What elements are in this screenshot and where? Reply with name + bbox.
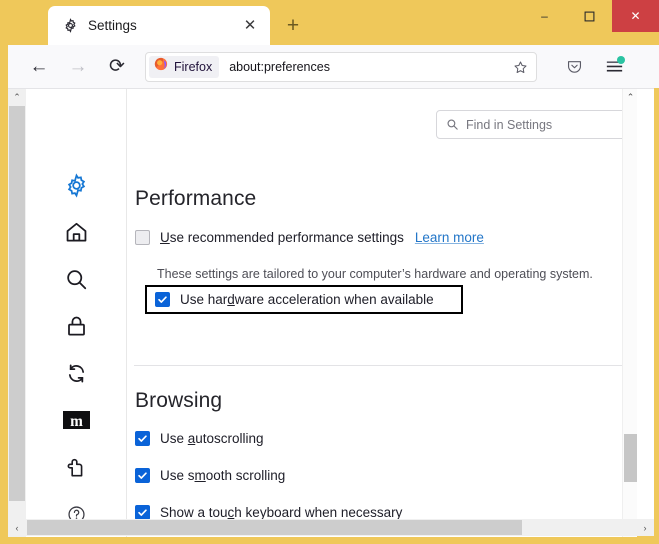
recommended-performance-checkbox[interactable]: [135, 230, 150, 245]
performance-description-row: These settings are tailored to your comp…: [135, 267, 630, 281]
autoscrolling-label: Use autoscrolling: [160, 431, 264, 446]
address-bar[interactable]: Firefox about:preferences: [145, 51, 537, 82]
autoscrolling-label-pre: Use: [160, 431, 188, 446]
settings-vertical-scrollbar[interactable]: ⌃ ⌄: [622, 89, 637, 537]
recommended-performance-accesskey: U: [160, 230, 170, 245]
identity-chip[interactable]: Firefox: [149, 55, 220, 78]
minimize-button[interactable]: –: [522, 0, 567, 32]
menu-update-badge: [617, 55, 625, 64]
search-icon: [445, 117, 459, 131]
performance-heading: Performance: [135, 187, 257, 210]
scroll-up-icon[interactable]: ⌃: [8, 89, 26, 106]
hardware-acceleration-label: Use hardware acceleration when available: [180, 292, 434, 307]
section-divider: [134, 365, 631, 366]
smooth-scrolling-checkbox[interactable]: [135, 468, 150, 483]
tab-settings[interactable]: Settings ✕: [48, 6, 270, 45]
settings-sidebar: m: [26, 89, 126, 537]
pocket-icon[interactable]: [559, 52, 589, 82]
sidebar-item-mozilla[interactable]: m: [26, 399, 126, 446]
close-window-button[interactable]: ✕: [612, 0, 659, 32]
hardware-acceleration-label-post: ware acceleration when available: [234, 292, 434, 307]
window-controls: – ✕: [522, 0, 659, 32]
identity-chip-label: Firefox: [174, 59, 213, 74]
svg-text:m: m: [70, 413, 83, 430]
gear-icon: [62, 17, 79, 34]
sidebar-item-privacy[interactable]: [26, 305, 126, 352]
search-input[interactable]: [436, 110, 626, 139]
maximize-button[interactable]: [567, 0, 612, 32]
search-icon: [64, 267, 89, 297]
sidebar-item-general[interactable]: [26, 164, 126, 211]
tab-strip: Settings ✕ + – ✕: [0, 0, 659, 45]
smooth-scrolling-row[interactable]: Use smooth scrolling: [135, 468, 630, 483]
smooth-scrolling-accesskey: m: [194, 468, 206, 483]
scroll-right-icon[interactable]: ›: [636, 519, 654, 536]
find-in-settings[interactable]: [436, 110, 626, 139]
reload-icon[interactable]: ⟳: [100, 50, 134, 84]
url-text: about:preferences: [229, 59, 330, 74]
recommended-performance-label: Use recommended performance settings: [160, 230, 404, 245]
hscroll-thumb[interactable]: [27, 520, 522, 535]
browsing-section: Browsing: [135, 389, 630, 413]
gear-icon: [64, 172, 89, 203]
autoscrolling-row[interactable]: Use autoscrolling: [135, 431, 630, 446]
hardware-acceleration-label-pre: Use har: [180, 292, 228, 307]
bookmark-star-icon[interactable]: [508, 56, 532, 80]
smooth-scrolling-label: Use smooth scrolling: [160, 468, 285, 483]
tab-title: Settings: [88, 18, 137, 33]
browser-window: Settings ✕ + – ✕ ← → ⟳ Firefox about:pre…: [0, 0, 659, 544]
hardware-acceleration-highlight[interactable]: Use hardware acceleration when available: [145, 285, 463, 314]
content-area: ⌃ ⌄: [8, 88, 654, 537]
navigation-toolbar: ← → ⟳ Firefox about:preferences: [8, 45, 659, 88]
learn-more-link[interactable]: Learn more: [415, 230, 484, 245]
sidebar-item-home[interactable]: [26, 211, 126, 258]
scroll-up-icon[interactable]: ⌃: [623, 89, 637, 105]
settings-pane: Performance Use recommended performance …: [126, 89, 637, 537]
hardware-acceleration-accesskey: d: [227, 292, 235, 307]
touch-keyboard-label: Show a touch keyboard when necessary: [160, 505, 402, 520]
touch-keyboard-label-pre: Show a tou: [160, 505, 228, 520]
new-tab-button[interactable]: +: [278, 10, 308, 40]
performance-section: Performance: [135, 187, 630, 211]
sidebar-item-sync[interactable]: [26, 352, 126, 399]
forward-icon[interactable]: →: [61, 50, 95, 84]
window-vertical-scrollbar[interactable]: ⌃ ⌄: [8, 89, 26, 537]
touch-keyboard-row[interactable]: Show a touch keyboard when necessary: [135, 505, 630, 520]
sidebar-item-search[interactable]: [26, 258, 126, 305]
scroll-left-icon[interactable]: ‹: [8, 519, 26, 536]
extension-icon: [65, 456, 88, 484]
tab-close-icon[interactable]: ✕: [238, 14, 262, 38]
recommended-performance-label-post: se recommended performance settings: [169, 230, 404, 245]
window-vscroll-thumb[interactable]: [9, 106, 25, 501]
smooth-scrolling-label-pre: Use s: [160, 468, 195, 483]
sync-icon: [64, 361, 89, 391]
home-icon: [64, 220, 89, 250]
autoscrolling-label-post: utoscrolling: [195, 431, 264, 446]
autoscrolling-checkbox[interactable]: [135, 431, 150, 446]
sidebar-item-extensions[interactable]: [26, 446, 126, 493]
mozilla-m-icon: m: [62, 409, 90, 436]
performance-description: These settings are tailored to your comp…: [157, 267, 593, 281]
browsing-heading: Browsing: [135, 389, 223, 412]
back-icon[interactable]: ←: [22, 50, 56, 84]
recommended-performance-row[interactable]: Use recommended performance settings Lea…: [135, 230, 630, 245]
touch-keyboard-checkbox[interactable]: [135, 505, 150, 520]
smooth-scrolling-label-post: ooth scrolling: [205, 468, 286, 483]
hardware-acceleration-checkbox[interactable]: [155, 292, 170, 307]
touch-keyboard-label-post: h keyboard when necessary: [234, 505, 403, 520]
hamburger-menu-icon[interactable]: [599, 52, 629, 82]
window-horizontal-scrollbar[interactable]: ‹ ›: [8, 519, 654, 536]
settings-vscroll-thumb[interactable]: [624, 434, 637, 482]
firefox-logo-icon: [154, 57, 168, 76]
lock-icon: [64, 314, 89, 344]
